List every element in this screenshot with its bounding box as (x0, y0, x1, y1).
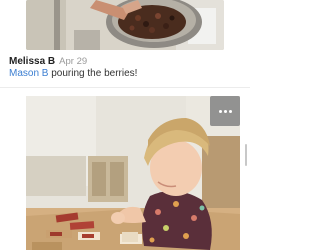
berries-photo-image (26, 0, 224, 50)
previous-post-photo[interactable] (26, 0, 224, 50)
activity-feed: Melissa B Apr 29 Mason B pouring the berr… (0, 0, 250, 250)
tagged-child-link[interactable]: Mason B (9, 68, 48, 79)
more-horizontal-icon (218, 109, 232, 113)
scrollbar-thumb[interactable] (245, 144, 247, 166)
post-date: Apr 29 (59, 56, 88, 67)
number-cards-photo-image (26, 96, 240, 250)
more-options-button[interactable] (210, 96, 240, 126)
author-name[interactable]: Melissa B (9, 56, 55, 67)
post-caption: Mason B pouring the berries! (9, 67, 241, 81)
post-divider (0, 87, 250, 88)
next-post-photo[interactable] (26, 96, 240, 250)
caption-text: pouring the berries! (48, 68, 138, 79)
